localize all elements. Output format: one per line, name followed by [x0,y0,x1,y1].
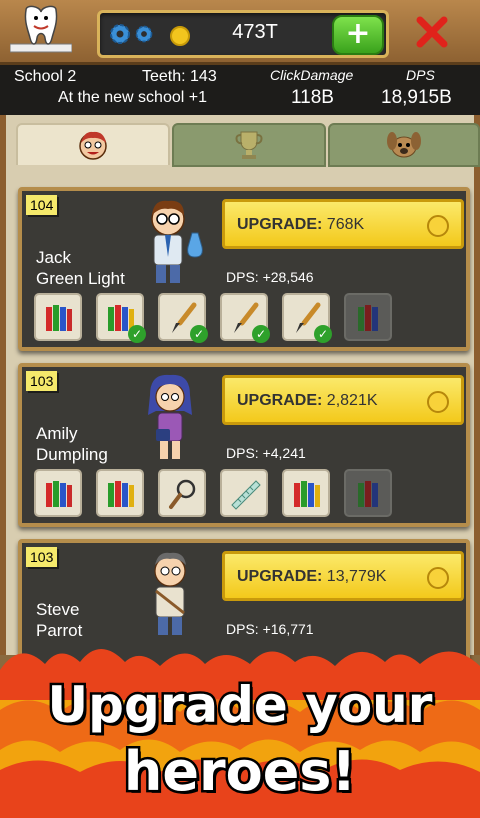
hero-card: 104 Jack Green Light UPGRADE: 768K DPS: … [18,187,470,351]
add-currency-button[interactable]: + [332,15,384,55]
hero-level-badge: 103 [26,547,58,567]
upgrade-label: UPGRADE: [237,392,323,409]
settings-gear-small-icon[interactable] [134,24,154,44]
upgrade-text: UPGRADE: 768K [237,216,364,234]
currency-value: 473T [232,21,278,43]
upgrade-button[interactable]: UPGRADE: 13,779K [222,551,464,601]
tab-heroes[interactable] [16,123,170,165]
upgrade-button[interactable]: UPGRADE: 768K [222,199,464,249]
brush-upgrade[interactable]: ✓ [220,293,270,343]
settings-gear-icon[interactable] [108,22,132,46]
hero-last-name: Parrot [36,621,83,640]
upgrade-items: ✓ ✓ ✓ ✓ [34,293,474,343]
hero-last-name: Dumpling [36,445,108,464]
trophy-icon [235,131,263,159]
crayons-icon [46,481,72,507]
hero-portrait-amily-icon [148,374,192,459]
crayons-upgrade[interactable] [34,469,82,517]
crayons-icon [358,305,378,331]
crayons-upgrade[interactable] [34,293,82,341]
upgrade-text: UPGRADE: 2,821K [237,392,378,410]
hero-face-icon [79,131,107,160]
magnifier-upgrade[interactable] [158,469,206,517]
hero-first-name: Steve [36,600,80,619]
locked-crayons-upgrade[interactable] [344,469,392,517]
coin-icon [427,215,449,237]
check-icon: ✓ [128,325,146,343]
click-damage-value: 118B [291,87,334,108]
magnifying-glass-icon [169,479,196,509]
dps-value: 18,915B [381,87,452,108]
tab-bar [16,123,480,167]
upgrade-items [34,469,474,519]
coin-icon [427,567,449,589]
hero-portrait-jack-icon [151,200,203,283]
upgrade-cost: 2,821K [326,392,378,409]
banner-line-1: Upgrade your [45,674,435,737]
crayons-icon [358,481,378,507]
crayons-icon [294,481,320,507]
click-damage-label: ClickDamage [270,67,354,83]
crayons-upgrade[interactable] [282,469,330,517]
tab-trophies[interactable] [172,123,326,167]
crayons-icon [108,481,134,507]
hero-dps: DPS: +16,771 [226,621,314,637]
crayons-upgrade[interactable]: ✓ [96,293,146,343]
ruler-icon [231,480,261,510]
hero-name: Amily Dumpling [36,423,146,465]
locked-crayons-upgrade[interactable] [344,293,392,341]
upgrade-button[interactable]: UPGRADE: 2,821K [222,375,464,425]
hero-card: 103 Amily Dumpling UPGRADE: 2,821K DPS: … [18,363,470,527]
upgrade-text: UPGRADE: 13,779K [237,568,386,586]
tooth-logo-icon [10,5,72,53]
dps-label: DPS [406,67,435,83]
hero-portrait-steve-icon [154,552,186,635]
hero-level-badge: 103 [26,371,58,391]
check-icon: ✓ [252,325,270,343]
brush-upgrade[interactable]: ✓ [282,293,332,343]
brush-upgrade[interactable]: ✓ [158,293,208,343]
dog-icon [387,132,421,158]
currency-display: 473T + [97,10,389,58]
hero-dps: DPS: +28,546 [226,269,314,285]
tab-pets[interactable] [328,123,480,167]
banner-line-2: heroes! [121,738,358,806]
hero-board: 104 Jack Green Light UPGRADE: 768K DPS: … [0,115,480,703]
crayons-upgrade[interactable] [96,469,144,517]
stats-bar: School 2 Teeth: 143 ClickDamage DPS At t… [0,65,480,115]
hero-first-name: Amily [36,424,78,443]
coin-icon [170,26,190,46]
coin-icon [427,391,449,413]
hero-last-name: Green Light [36,269,125,288]
check-icon: ✓ [190,325,208,343]
school-label: School 2 [14,68,77,85]
upgrade-label: UPGRADE: [237,568,323,585]
hero-dps: DPS: +4,241 [226,445,306,461]
upgrade-cost: 768K [326,216,365,233]
teeth-count: Teeth: 143 [142,68,217,85]
top-bar: 473T + [0,0,480,65]
upgrade-label: UPGRADE: [237,216,323,233]
ruler-upgrade[interactable] [220,469,268,517]
hero-level-badge: 104 [26,195,58,215]
promo-banner: Upgrade your heroes! [0,640,480,818]
hero-name: Jack Green Light [36,247,146,289]
hero-first-name: Jack [36,248,71,267]
upgrade-cost: 13,779K [326,568,387,585]
close-icon[interactable] [412,12,452,52]
school-subtitle: At the new school +1 [58,89,207,106]
crayons-icon [46,305,72,331]
check-icon: ✓ [314,325,332,343]
hero-name: Steve Parrot [36,599,146,641]
